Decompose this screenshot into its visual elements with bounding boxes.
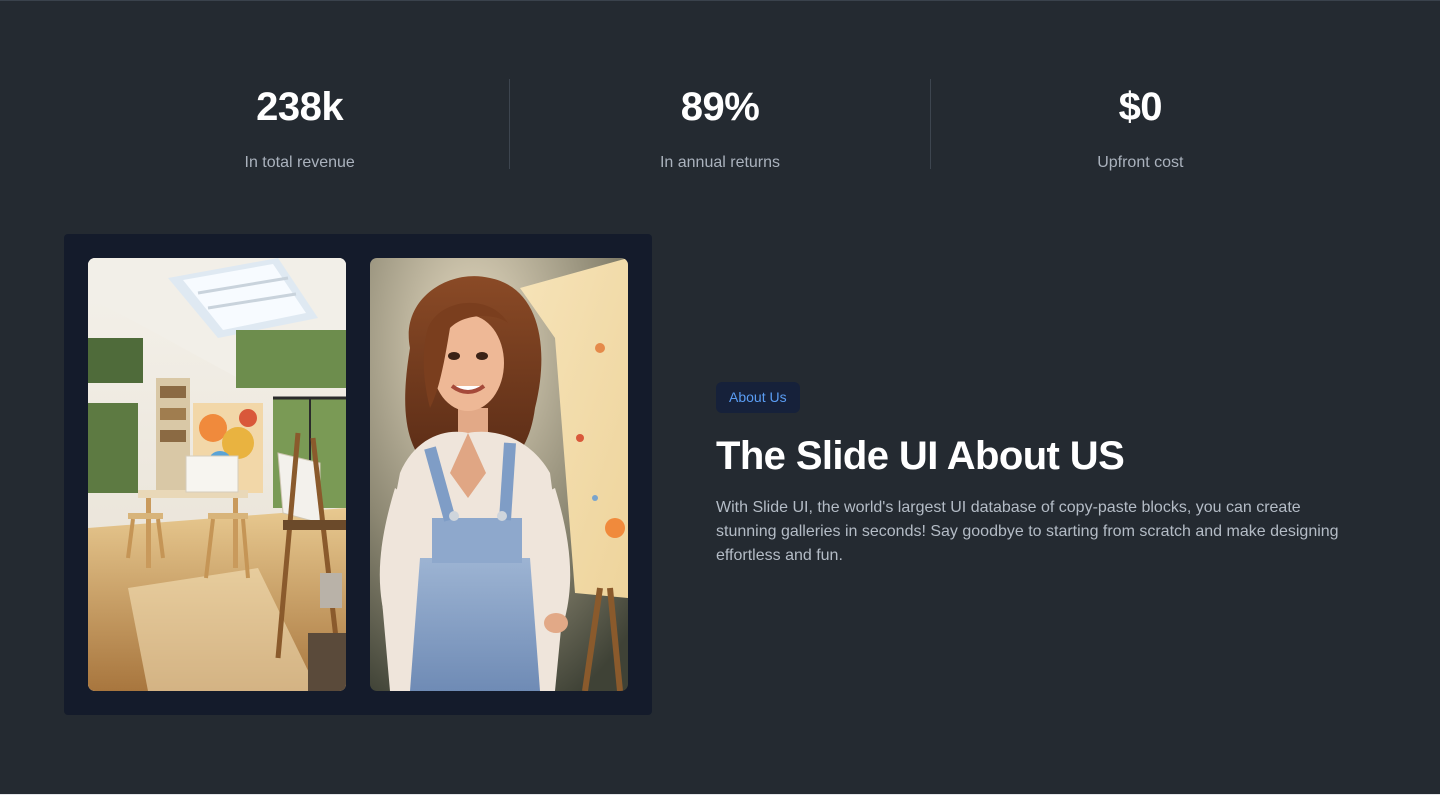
about-content: About Us The Slide UI About US With Slid… [716,382,1376,568]
section-description: With Slide UI, the world's largest UI da… [716,499,1339,564]
stat-returns: 89% In annual returns [509,79,929,171]
section-title: The Slide UI About US [716,434,1125,478]
stat-label: In annual returns [659,154,781,171]
stats-row: 238k In total revenue 89% In annual retu… [90,79,1350,171]
art-studio-image [88,258,346,691]
stat-revenue: 238k In total revenue [90,79,509,171]
stat-value: 238k [256,85,344,129]
artist-portrait-image [370,258,628,691]
stat-upfront-cost: $0 Upfront cost [929,79,1350,171]
stat-label: In total revenue [244,154,355,171]
image-gallery [64,234,652,715]
stat-value: $0 [1118,85,1163,129]
stat-value: 89% [680,85,760,129]
about-section: 238k In total revenue 89% In annual retu… [0,0,1440,795]
about-us-badge: About Us [716,382,800,413]
stat-label: Upfront cost [1097,154,1184,171]
